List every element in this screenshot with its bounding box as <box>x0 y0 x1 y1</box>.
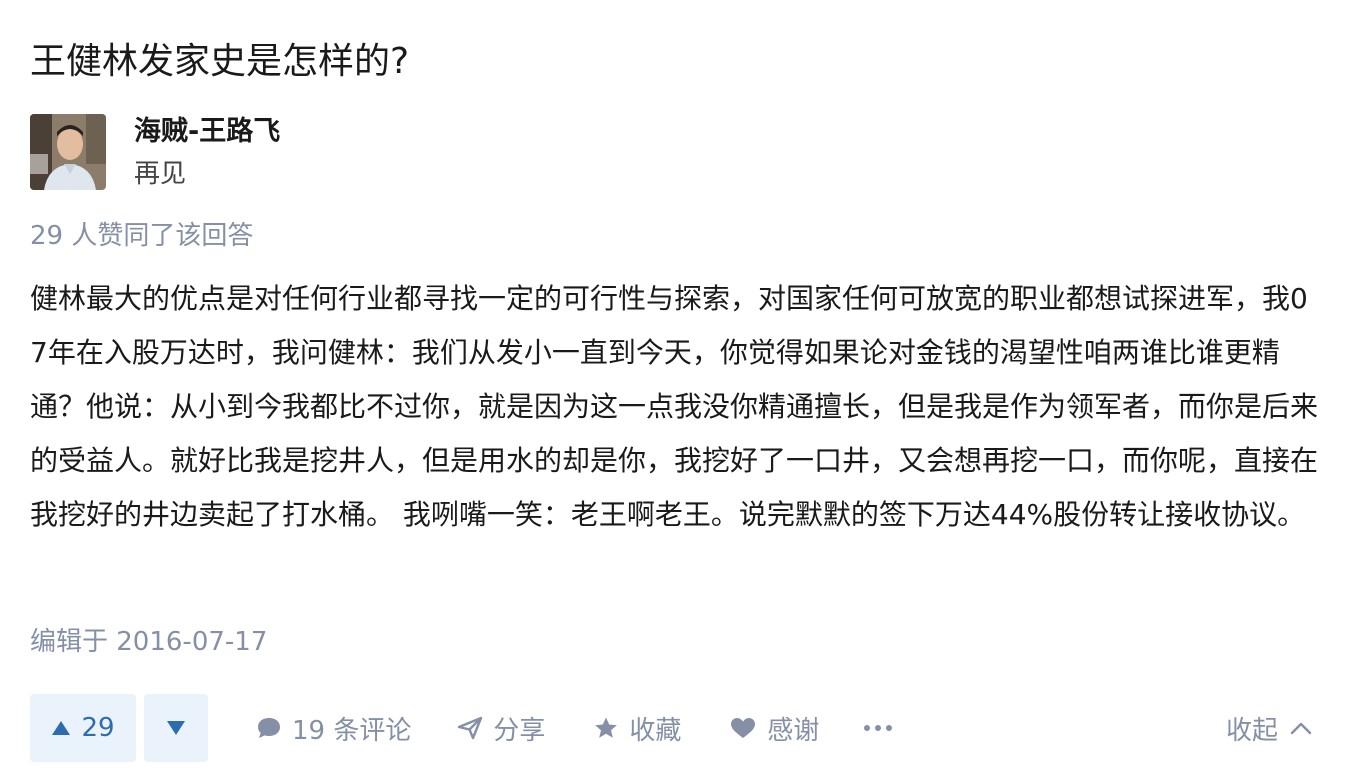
answer-content: 健林最大的优点是对任何行业都寻找一定的可行性与探索，对国家任何可放宽的职业都想试… <box>30 282 1319 531</box>
collapse-button[interactable]: 收起 <box>1226 710 1312 747</box>
author-name[interactable]: 海贼-王路飞 <box>134 114 280 150</box>
collapse-label: 收起 <box>1225 715 1278 746</box>
vote-summary[interactable]: 29 人赞同了该回答 <box>30 216 253 256</box>
ellipsis-icon <box>863 724 893 732</box>
question-title[interactable]: 王健林发家史是怎样的? <box>30 38 409 86</box>
comment-button[interactable]: 19 条评论 <box>256 710 411 747</box>
favorite-label: 收藏 <box>629 715 682 746</box>
upvote-count: 29 <box>81 713 115 743</box>
answer-page: 王健林发家史是怎样的? 海贼-王路飞 再见 29 人赞同了该回答 健林最大的优点… <box>0 0 1356 784</box>
speech-bubble-icon <box>256 716 282 740</box>
edit-timestamp[interactable]: 编辑于 2016-07-17 <box>30 622 267 662</box>
triangle-up-icon <box>51 720 71 736</box>
share-label: 分享 <box>493 715 546 746</box>
chevron-up-icon <box>1290 721 1312 735</box>
paper-plane-icon <box>457 716 483 740</box>
share-button[interactable]: 分享 <box>457 710 545 747</box>
author-bio: 再见 <box>134 159 187 189</box>
heart-icon <box>729 716 757 740</box>
thanks-button[interactable]: 感谢 <box>729 710 819 747</box>
avatar[interactable] <box>30 114 106 190</box>
triangle-down-icon <box>166 720 186 736</box>
more-button[interactable] <box>863 724 893 732</box>
upvote-button[interactable]: 29 <box>30 694 136 762</box>
action-bar: 29 19 条评论 分享 收藏 感谢 收起 <box>30 694 1326 762</box>
comment-label: 19 条评论 <box>292 715 412 746</box>
author-info: 海贼-王路飞 再见 <box>30 114 280 190</box>
author-text: 海贼-王路飞 再见 <box>134 114 280 192</box>
favorite-button[interactable]: 收藏 <box>593 710 681 747</box>
avatar-image <box>30 114 106 190</box>
downvote-button[interactable] <box>144 694 208 762</box>
thanks-label: 感谢 <box>767 715 820 746</box>
star-icon <box>593 716 619 740</box>
